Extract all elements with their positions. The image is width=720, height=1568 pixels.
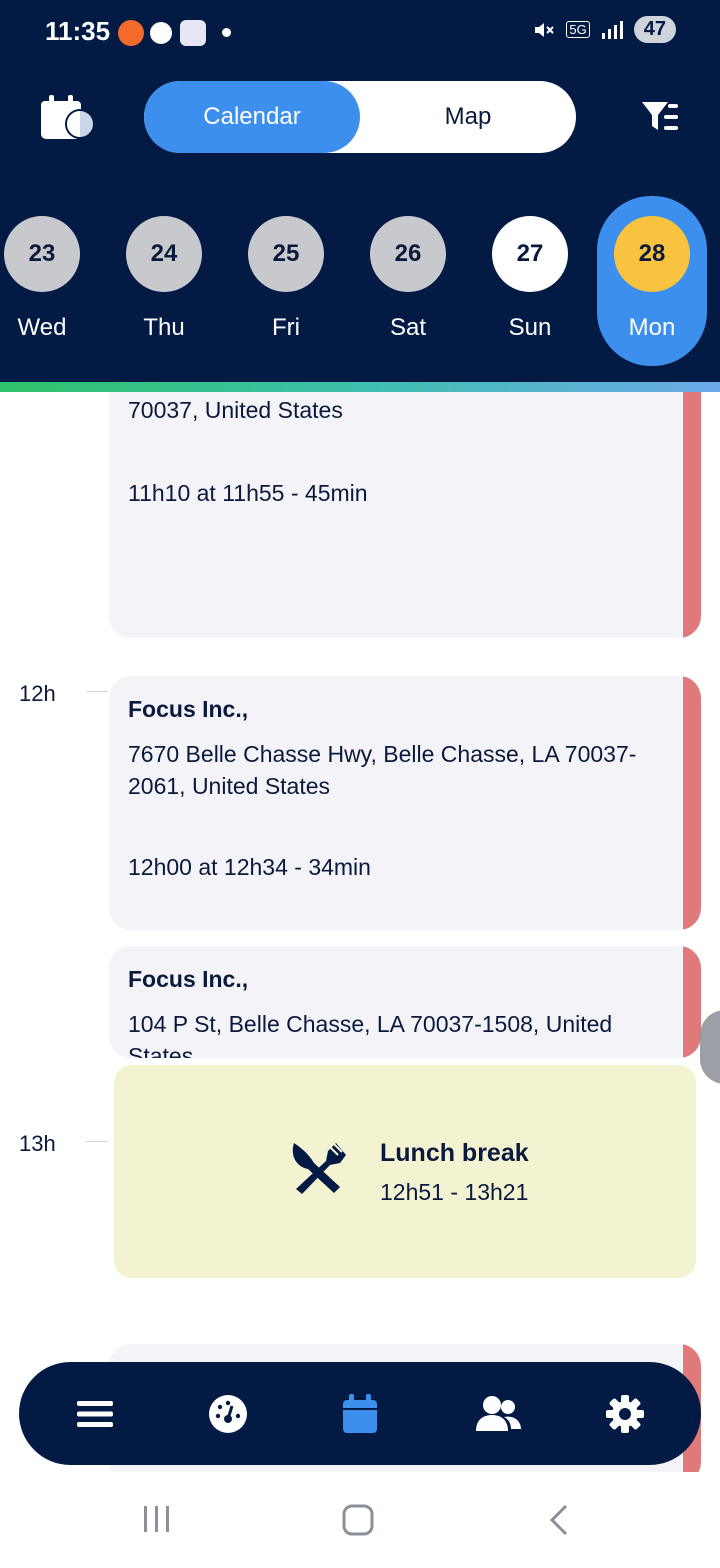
visit-company: Focus Inc., [128, 966, 249, 992]
visit-address: 7670 Belle Chasse Hwy, Belle Chasse, LA … [128, 741, 637, 799]
day-wed[interactable]: 23 Wed [0, 196, 97, 366]
network-label: 5G [566, 21, 590, 38]
header-divider [0, 382, 720, 392]
day-name: Sun [508, 314, 552, 341]
visit-card[interactable]: Focus Inc., 7670 Belle Chasse Hwy, Belle… [109, 676, 701, 930]
menu-icon[interactable] [70, 1389, 120, 1439]
recent-apps-icon[interactable] [142, 1504, 172, 1538]
filter-icon[interactable] [640, 100, 680, 138]
status-bar: 11:35 5G 47 [0, 0, 720, 66]
day-number: 27 [492, 216, 568, 292]
view-switcher: Map Calendar [144, 81, 576, 153]
settings-icon[interactable] [600, 1389, 650, 1439]
day-number: 24 [126, 216, 202, 292]
day-name: Sat [389, 314, 427, 341]
day-sat[interactable]: 26 Sat [353, 196, 463, 366]
tab-calendar[interactable]: Calendar [144, 81, 360, 153]
day-name: Thu [143, 314, 185, 341]
signal-icon [601, 20, 623, 39]
day-sun[interactable]: 27 Sun [475, 196, 585, 366]
timeline[interactable]: 70037, United States 11h10 at 11h55 - 45… [0, 392, 720, 1472]
notification-app-icon [118, 20, 144, 46]
app-header: 11:35 5G 47 Map Calendar 23 Wed 24 Thu 2… [0, 0, 720, 384]
day-mon-selected[interactable]: 28 Mon [597, 196, 707, 366]
day-name: Wed [17, 314, 67, 341]
day-number: 23 [4, 216, 80, 292]
day-selector: 23 Wed 24 Thu 25 Fri 26 Sat 27 Sun 28 Mo… [0, 196, 720, 372]
hour-label: 13h [19, 1131, 56, 1156]
lunch-break-card[interactable]: Lunch break 12h51 - 13h21 [114, 1065, 696, 1278]
status-icons: 5G 47 [532, 16, 676, 43]
battery-indicator: 47 [633, 16, 676, 43]
notification-dot [222, 28, 231, 37]
day-number: 26 [370, 216, 446, 292]
mute-icon [535, 22, 555, 37]
status-time: 11:35 [45, 16, 111, 46]
lunch-title: Lunch break [380, 1139, 529, 1167]
hour-label: 12h [19, 681, 56, 706]
visit-card[interactable]: 70037, United States 11h10 at 11h55 - 45… [109, 392, 701, 638]
floating-bubble[interactable] [700, 1010, 720, 1084]
notification-teams-icon [180, 20, 206, 46]
visit-status-stripe [683, 392, 701, 638]
tab-map[interactable]: Map [360, 81, 576, 153]
users-icon[interactable] [473, 1389, 523, 1439]
visit-status-stripe [683, 946, 701, 1058]
day-number: 25 [248, 216, 324, 292]
home-icon[interactable] [342, 1504, 374, 1540]
lunch-time-range: 12h51 - 13h21 [380, 1179, 529, 1205]
bottom-navigation [19, 1362, 701, 1465]
visit-time: 12h00 at 12h34 - 34min [128, 854, 371, 880]
visit-address: 70037, United States [128, 397, 343, 423]
day-number: 28 [614, 216, 690, 292]
visit-status-stripe [683, 676, 701, 930]
day-fri[interactable]: 25 Fri [231, 196, 341, 366]
visit-company: Focus Inc., [128, 696, 249, 722]
calendar-toggle-icon[interactable] [40, 94, 98, 146]
hour-tick [86, 691, 108, 692]
notification-warning-icon [150, 22, 172, 44]
day-thu[interactable]: 24 Thu [109, 196, 219, 366]
visit-card[interactable]: Focus Inc., 104 P St, Belle Chasse, LA 7… [109, 946, 701, 1058]
visit-address: 104 P St, Belle Chasse, LA 70037-1508, U… [128, 1011, 613, 1058]
back-icon[interactable] [548, 1504, 570, 1540]
dashboard-icon[interactable] [203, 1389, 253, 1439]
system-navigation-bar [0, 1472, 720, 1568]
utensils-icon [288, 1141, 346, 1199]
hour-tick [86, 1141, 108, 1142]
visit-time: 11h10 at 11h55 - 45min [128, 480, 368, 506]
calendar-icon[interactable] [335, 1389, 385, 1439]
day-name: Fri [272, 314, 300, 341]
day-name: Mon [628, 314, 676, 341]
